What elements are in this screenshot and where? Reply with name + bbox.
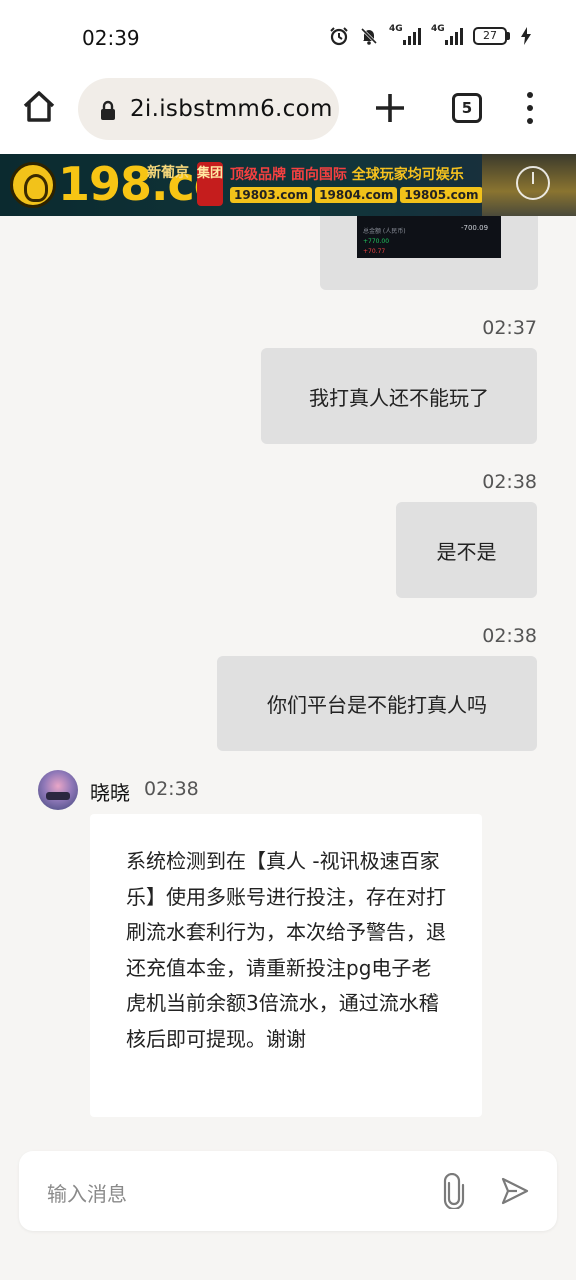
avatar[interactable] bbox=[38, 770, 78, 810]
outgoing-message[interactable]: 是不是 bbox=[396, 502, 537, 598]
screenshot-thumbnail: 总金额 (人民币) -700.09 +770.00 +70.77 bbox=[357, 216, 501, 258]
ad-power-icon[interactable] bbox=[516, 166, 550, 200]
battery-icon: 27 bbox=[473, 27, 510, 45]
incoming-message[interactable]: 系统检测到在【真人 -视讯极速百家乐】使用多账号进行投注，存在对打刷流水套利行为… bbox=[90, 814, 482, 1117]
outgoing-message[interactable]: 你们平台是不能打真人吗 bbox=[217, 656, 537, 751]
cell-signal-1-icon: 4G bbox=[389, 24, 421, 45]
mute-bell-icon bbox=[360, 27, 378, 45]
status-bar: 02:39 4G 4G 27 bbox=[0, 0, 576, 76]
ad-seal: 集团 bbox=[197, 162, 223, 206]
message-text: 系统检测到在【真人 -视讯极速百家乐】使用多账号进行投注，存在对打刷流水套利行为… bbox=[126, 849, 446, 1051]
browser-toolbar: 2i.isbstmm6.com 5 bbox=[0, 76, 576, 154]
address-bar[interactable]: 2i.isbstmm6.com bbox=[78, 78, 339, 140]
cell-signal-2-icon: 4G bbox=[431, 24, 463, 45]
message-time: 02:37 bbox=[482, 317, 537, 339]
ad-domain: 19804.com bbox=[315, 187, 398, 203]
outgoing-message[interactable]: 我打真人还不能玩了 bbox=[261, 348, 537, 444]
message-time: 02:38 bbox=[144, 778, 199, 800]
ad-domain: 19803.com bbox=[230, 187, 313, 203]
ad-brand: 198.cc bbox=[58, 157, 221, 211]
more-menu-icon[interactable] bbox=[520, 92, 540, 124]
message-input[interactable]: 输入消息 bbox=[47, 1178, 127, 1207]
send-icon[interactable] bbox=[499, 1175, 531, 1207]
ad-domain: 19805.com bbox=[400, 187, 483, 203]
ad-slogan: 顶级品牌 面向国际 全球玩家均可娱乐 bbox=[230, 167, 464, 183]
sender-name: 晓晓 bbox=[90, 781, 130, 805]
brand-logo-icon bbox=[10, 162, 56, 208]
status-time: 02:39 bbox=[82, 26, 140, 50]
status-icons: 4G 4G 27 bbox=[329, 24, 532, 46]
ad-domains: 19803.com 19804.com 19805.com bbox=[230, 187, 483, 203]
paperclip-icon[interactable] bbox=[439, 1173, 469, 1209]
message-time: 02:38 bbox=[482, 625, 537, 647]
alarm-icon bbox=[330, 27, 348, 46]
ad-brand-cn: 新葡京 bbox=[147, 165, 189, 181]
message-text: 我打真人还不能玩了 bbox=[309, 385, 489, 410]
image-message[interactable]: 总金额 (人民币) -700.09 +770.00 +70.77 bbox=[320, 216, 538, 290]
tab-switcher-button[interactable]: 5 bbox=[452, 93, 482, 123]
message-time: 02:38 bbox=[482, 471, 537, 493]
charging-bolt-icon bbox=[521, 27, 531, 45]
message-text: 你们平台是不能打真人吗 bbox=[267, 693, 487, 717]
url-text[interactable]: 2i.isbstmm6.com bbox=[130, 96, 333, 122]
home-icon[interactable] bbox=[20, 88, 58, 126]
message-input-bar: 输入消息 bbox=[19, 1151, 557, 1231]
message-text: 是不是 bbox=[436, 539, 497, 564]
new-tab-icon[interactable] bbox=[372, 90, 408, 126]
ad-banner[interactable]: 198.cc 新葡京 集团 顶级品牌 面向国际 全球玩家均可娱乐 19803.c… bbox=[0, 154, 576, 216]
lock-icon bbox=[101, 100, 115, 120]
